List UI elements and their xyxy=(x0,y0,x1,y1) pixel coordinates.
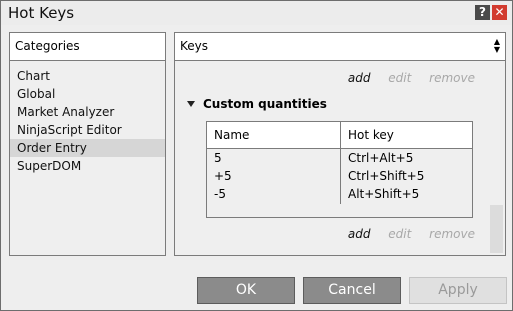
table-row[interactable]: +5 Ctrl+Shift+5 xyxy=(207,167,472,185)
down-arrow-icon[interactable]: ▼ xyxy=(492,46,502,54)
row-hotkey: Alt+Shift+5 xyxy=(348,187,420,201)
window-title: Hot Keys xyxy=(8,4,75,22)
cancel-button[interactable]: Cancel xyxy=(303,277,401,304)
top-actions: add edit remove xyxy=(334,71,475,85)
help-button[interactable]: ? xyxy=(475,5,490,20)
category-item-superdom[interactable]: SuperDOM xyxy=(10,157,165,175)
quantities-table: Name Hot key 5 Ctrl+Alt+5 +5 Ctrl+Shift+… xyxy=(206,121,473,218)
apply-button[interactable]: Apply xyxy=(409,277,507,304)
add-link-top[interactable]: add xyxy=(348,71,371,85)
close-button[interactable]: ✕ xyxy=(492,5,507,20)
bottom-actions: add edit remove xyxy=(334,227,475,241)
category-item-global[interactable]: Global xyxy=(10,85,165,103)
custom-quantities-group[interactable]: Custom quantities xyxy=(187,97,327,111)
edit-link-top[interactable]: edit xyxy=(388,71,411,85)
table-row[interactable]: 5 Ctrl+Alt+5 xyxy=(207,149,472,167)
collapse-triangle-icon[interactable] xyxy=(187,101,195,107)
row-hotkey: Ctrl+Alt+5 xyxy=(348,151,414,165)
ok-button[interactable]: OK xyxy=(197,277,295,304)
keys-panel: Keys ▲ ▼ add edit remove Custom quantiti… xyxy=(174,32,506,256)
category-item-market-analyzer[interactable]: Market Analyzer xyxy=(10,103,165,121)
table-body: 5 Ctrl+Alt+5 +5 Ctrl+Shift+5 -5 Alt+Shif… xyxy=(207,149,472,203)
remove-link-top[interactable]: remove xyxy=(429,71,475,85)
remove-link-bottom[interactable]: remove xyxy=(429,227,475,241)
column-header-name[interactable]: Name xyxy=(214,128,249,142)
categories-header: Categories xyxy=(10,33,165,61)
category-item-ninjascript-editor[interactable]: NinjaScript Editor xyxy=(10,121,165,139)
category-item-chart[interactable]: Chart xyxy=(10,67,165,85)
add-link-bottom[interactable]: add xyxy=(348,227,371,241)
category-item-order-entry[interactable]: Order Entry xyxy=(10,139,165,157)
group-label: Custom quantities xyxy=(203,97,327,111)
scrollbar[interactable] xyxy=(490,205,503,253)
row-name: -5 xyxy=(214,187,226,201)
categories-panel: Categories Chart Global Market Analyzer … xyxy=(9,32,166,256)
row-hotkey: Ctrl+Shift+5 xyxy=(348,169,425,183)
keys-header: Keys xyxy=(175,33,505,61)
title-bar: Hot Keys ? ✕ xyxy=(1,1,512,25)
hot-keys-window: Hot Keys ? ✕ Categories Chart Global Mar… xyxy=(0,0,513,311)
column-header-hotkey[interactable]: Hot key xyxy=(348,128,394,142)
row-name: +5 xyxy=(214,169,232,183)
table-row[interactable]: -5 Alt+Shift+5 xyxy=(207,185,472,203)
edit-link-bottom[interactable]: edit xyxy=(388,227,411,241)
row-name: 5 xyxy=(214,151,222,165)
categories-list: Chart Global Market Analyzer NinjaScript… xyxy=(10,67,165,175)
keys-spinner[interactable]: ▲ ▼ xyxy=(492,38,502,56)
